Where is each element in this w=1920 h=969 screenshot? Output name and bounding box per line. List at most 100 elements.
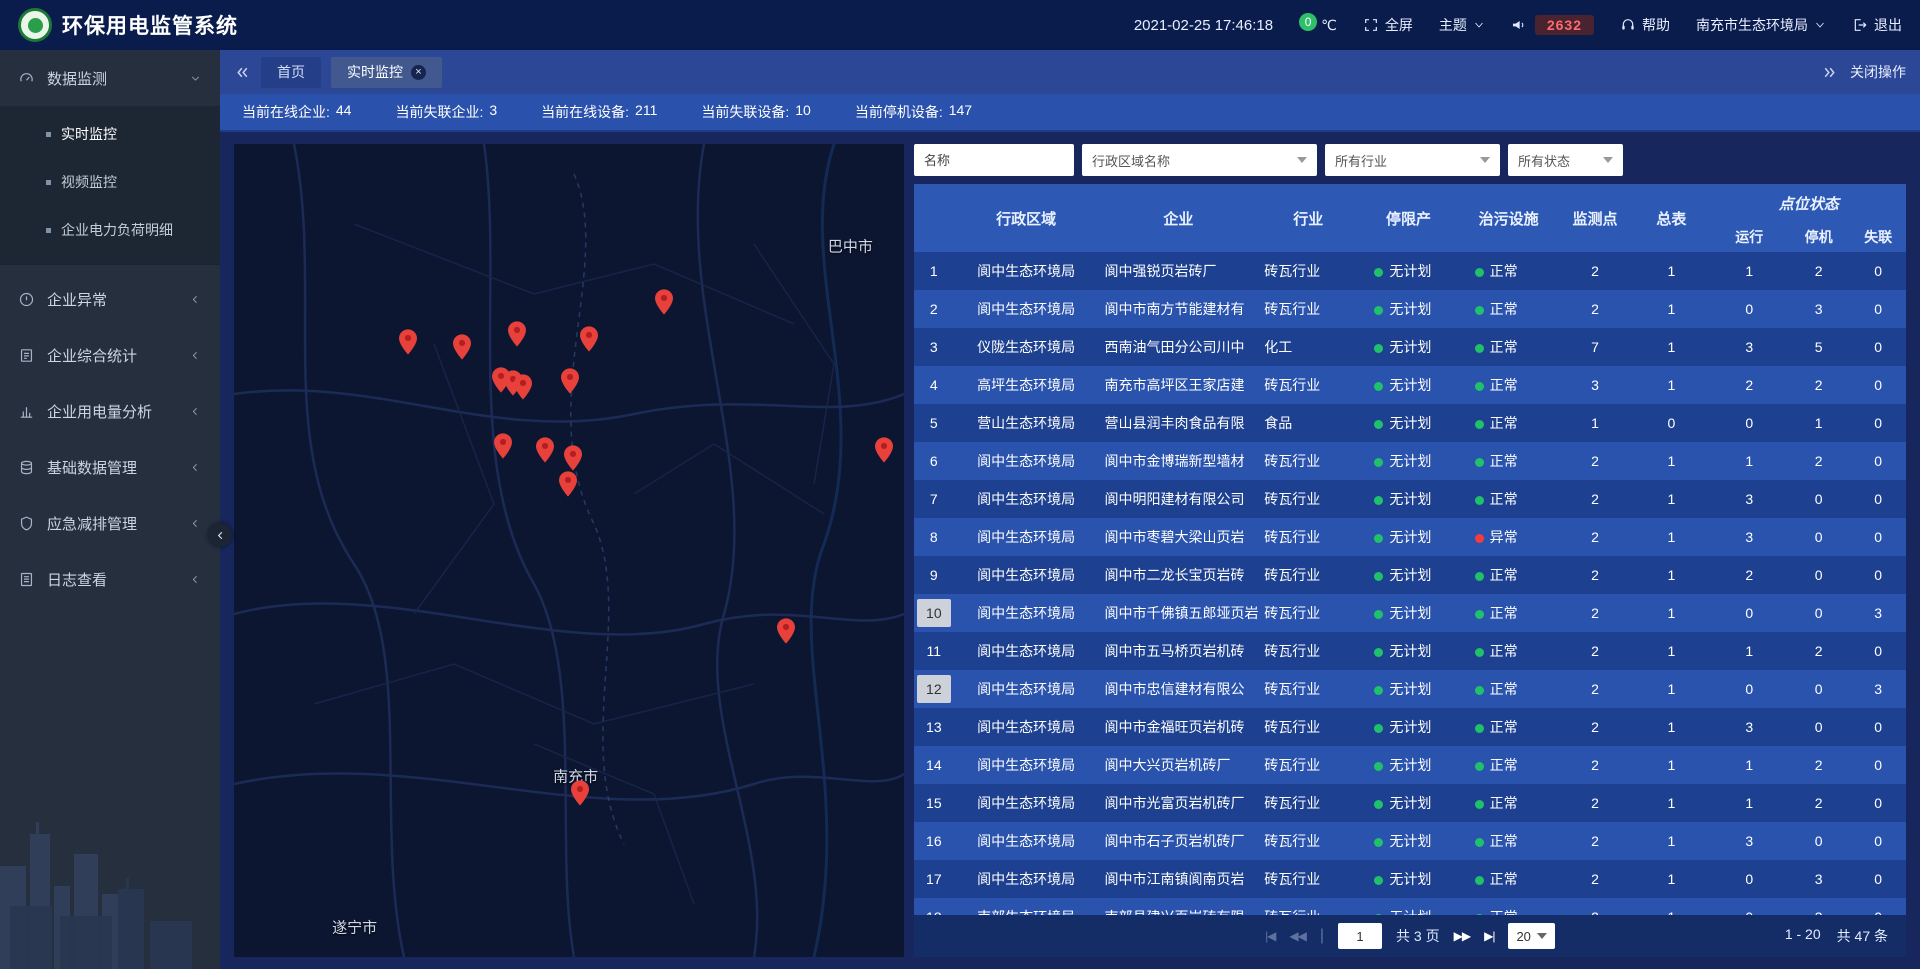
table-row[interactable]: 16 阆中生态环境局 阆中市石子页岩机砖厂 砖瓦行业 无计划 正常 2 1 3 <box>914 822 1906 860</box>
cell-lost: 0 <box>1850 518 1906 556</box>
map-pin[interactable] <box>559 471 577 502</box>
double-chevron-right-icon[interactable] <box>1821 64 1838 81</box>
map-pin[interactable] <box>777 618 795 649</box>
map-pin[interactable] <box>571 780 589 811</box>
cell-stop: 5 <box>1787 328 1850 366</box>
table-row[interactable]: 10 阆中生态环境局 阆中市千佛镇五郎垭页岩 砖瓦行业 无计划 正常 2 1 0 <box>914 594 1906 632</box>
sidebar-group-emergency-reduction[interactable]: 应急减排管理 <box>0 495 220 551</box>
close-icon[interactable]: × <box>411 65 426 80</box>
cell-lost: 0 <box>1850 860 1906 898</box>
double-chevron-left-icon[interactable] <box>234 64 251 81</box>
theme-dropdown[interactable]: 主题 <box>1439 15 1485 35</box>
region-filter-select[interactable]: 行政区域名称 <box>1082 144 1317 176</box>
org-dropdown[interactable]: 南充市生态环境局 <box>1696 15 1826 35</box>
map-pin[interactable] <box>399 329 417 360</box>
cell-limit: 无计划 <box>1358 442 1458 480</box>
cell-points: 2 <box>1559 594 1631 632</box>
status-dot <box>1475 648 1484 657</box>
table-row[interactable]: 6 阆中生态环境局 阆中市金博瑞新型墙材 砖瓦行业 无计划 正常 2 1 1 <box>914 442 1906 480</box>
cell-region: 阆中生态环境局 <box>954 480 1099 518</box>
tab-realtime-monitoring[interactable]: 实时监控 × <box>331 57 442 88</box>
cell-region: 阆中生态环境局 <box>954 860 1099 898</box>
table-row[interactable]: 5 营山生态环境局 营山县润丰肉食品有限 食品 无计划 正常 1 0 0 <box>914 404 1906 442</box>
cell-stop: 3 <box>1787 860 1850 898</box>
logout-button[interactable]: 退出 <box>1852 15 1902 35</box>
table-row[interactable]: 14 阆中生态环境局 阆中大兴页岩机砖厂 砖瓦行业 无计划 正常 2 1 1 <box>914 746 1906 784</box>
table-row[interactable]: 9 阆中生态环境局 阆中市二龙长宝页岩砖 砖瓦行业 无计划 正常 2 1 2 <box>914 556 1906 594</box>
table-row[interactable]: 18 南部生态环境局 南部县建兴页岩砖有限 砖瓦行业 无计划 正常 2 1 0 <box>914 898 1906 915</box>
map-pin[interactable] <box>580 326 598 357</box>
sidebar-group-basic-data[interactable]: 基础数据管理 <box>0 439 220 495</box>
first-page-button[interactable]: |◀ <box>1265 929 1275 943</box>
cell-stop: 0 <box>1787 822 1850 860</box>
cell-lost: 0 <box>1850 252 1906 290</box>
cell-lost: 0 <box>1850 708 1906 746</box>
content-area: 巴中市 南充市 遂宁市 <box>220 132 1920 969</box>
close-operations-button[interactable]: 关闭操作 <box>1850 62 1906 82</box>
last-page-button[interactable]: ▶| <box>1484 929 1494 943</box>
table-row[interactable]: 11 阆中生态环境局 阆中市五马桥页岩机砖 砖瓦行业 无计划 正常 2 1 1 <box>914 632 1906 670</box>
map-pin[interactable] <box>875 437 893 468</box>
theme-label: 主题 <box>1439 15 1467 35</box>
table-row[interactable]: 3 仪陇生态环境局 西南油气田分公司川中 化工 无计划 正常 7 1 3 <box>914 328 1906 366</box>
cell-lost: 3 <box>1850 670 1906 708</box>
gauge-icon <box>18 70 35 87</box>
table-row[interactable]: 12 阆中生态环境局 阆中市忠信建材有限公 砖瓦行业 无计划 正常 2 1 0 <box>914 670 1906 708</box>
sidebar-item-realtime-monitoring[interactable]: 实时监控 <box>0 110 220 158</box>
sidebar-item-power-load-detail[interactable]: 企业电力负荷明细 <box>0 206 220 254</box>
cell-rownum: 15 <box>914 784 954 822</box>
cell-limit: 无计划 <box>1358 898 1458 915</box>
status-dot <box>1475 686 1484 695</box>
cell-meters: 1 <box>1631 632 1711 670</box>
page-number-input[interactable] <box>1338 923 1382 949</box>
industry-filter-select[interactable]: 所有行业 <box>1325 144 1500 176</box>
cell-facility: 正常 <box>1459 404 1559 442</box>
next-page-button[interactable]: ▶▶ <box>1454 929 1470 943</box>
help-button[interactable]: 帮助 <box>1620 15 1670 35</box>
sidebar-group-data-monitoring[interactable]: 数据监测 <box>0 50 220 106</box>
table-row[interactable]: 7 阆中生态环境局 阆中明阳建材有限公司 砖瓦行业 无计划 正常 2 1 3 <box>914 480 1906 518</box>
status-dot <box>1475 838 1484 847</box>
sidebar-group-enterprise-abnormal[interactable]: 企业异常 <box>0 271 220 327</box>
cell-limit: 无计划 <box>1358 860 1458 898</box>
map-pin[interactable] <box>561 368 579 399</box>
map-pin[interactable] <box>514 374 532 405</box>
table-row[interactable]: 8 阆中生态环境局 阆中市枣碧大梁山页岩 砖瓦行业 无计划 异常 2 1 3 <box>914 518 1906 556</box>
headset-icon <box>1620 17 1636 33</box>
sidebar-group-power-analysis[interactable]: 企业用电量分析 <box>0 383 220 439</box>
notice-widget[interactable]: 2632 <box>1511 15 1594 35</box>
table-row[interactable]: 13 阆中生态环境局 阆中市金福旺页岩机砖 砖瓦行业 无计划 正常 2 1 3 <box>914 708 1906 746</box>
sidebar-item-video-monitoring[interactable]: 视频监控 <box>0 158 220 206</box>
table-row[interactable]: 1 阆中生态环境局 阆中强锐页岩砖厂 砖瓦行业 无计划 正常 2 1 1 <box>914 252 1906 290</box>
fullscreen-label: 全屏 <box>1385 15 1413 35</box>
sidebar-collapse-button[interactable] <box>208 523 232 547</box>
table-row[interactable]: 4 高坪生态环境局 南充市高坪区王家店建 砖瓦行业 无计划 正常 3 1 2 <box>914 366 1906 404</box>
temperature-widget: 0 ℃ <box>1299 13 1337 37</box>
cell-rownum: 9 <box>914 556 954 594</box>
map-pin[interactable] <box>494 433 512 464</box>
status-dot <box>1374 572 1383 581</box>
name-filter-input[interactable] <box>914 144 1074 176</box>
table-row[interactable]: 2 阆中生态环境局 阆中市南方节能建材有 砖瓦行业 无计划 正常 2 1 0 <box>914 290 1906 328</box>
map-panel[interactable]: 巴中市 南充市 遂宁市 <box>234 144 904 957</box>
cell-points: 2 <box>1559 898 1631 915</box>
cell-meters: 1 <box>1631 556 1711 594</box>
cell-industry: 化工 <box>1258 328 1358 366</box>
table-row[interactable]: 15 阆中生态环境局 阆中市光富页岩机砖厂 砖瓦行业 无计划 正常 2 1 1 <box>914 784 1906 822</box>
tab-home[interactable]: 首页 <box>261 57 321 88</box>
map-pin[interactable] <box>655 289 673 320</box>
enterprise-table-body: 1 阆中生态环境局 阆中强锐页岩砖厂 砖瓦行业 无计划 正常 2 1 1 <box>914 252 1906 915</box>
sidebar-group-enterprise-statistics[interactable]: 企业综合统计 <box>0 327 220 383</box>
fullscreen-button[interactable]: 全屏 <box>1363 15 1413 35</box>
cell-rownum: 6 <box>914 442 954 480</box>
cell-region: 阆中生态环境局 <box>954 518 1099 556</box>
sidebar-group-log-view[interactable]: 日志查看 <box>0 551 220 607</box>
page-size-select[interactable]: 20 <box>1508 923 1554 949</box>
status-filter-select[interactable]: 所有状态 <box>1508 144 1623 176</box>
map-pin[interactable] <box>536 437 554 468</box>
cell-limit: 无计划 <box>1358 670 1458 708</box>
prev-page-button[interactable]: ◀◀ <box>1289 929 1305 943</box>
map-pin[interactable] <box>453 334 471 365</box>
table-row[interactable]: 17 阆中生态环境局 阆中市江南镇阆南页岩 砖瓦行业 无计划 正常 2 1 0 <box>914 860 1906 898</box>
map-pin[interactable] <box>508 321 526 352</box>
